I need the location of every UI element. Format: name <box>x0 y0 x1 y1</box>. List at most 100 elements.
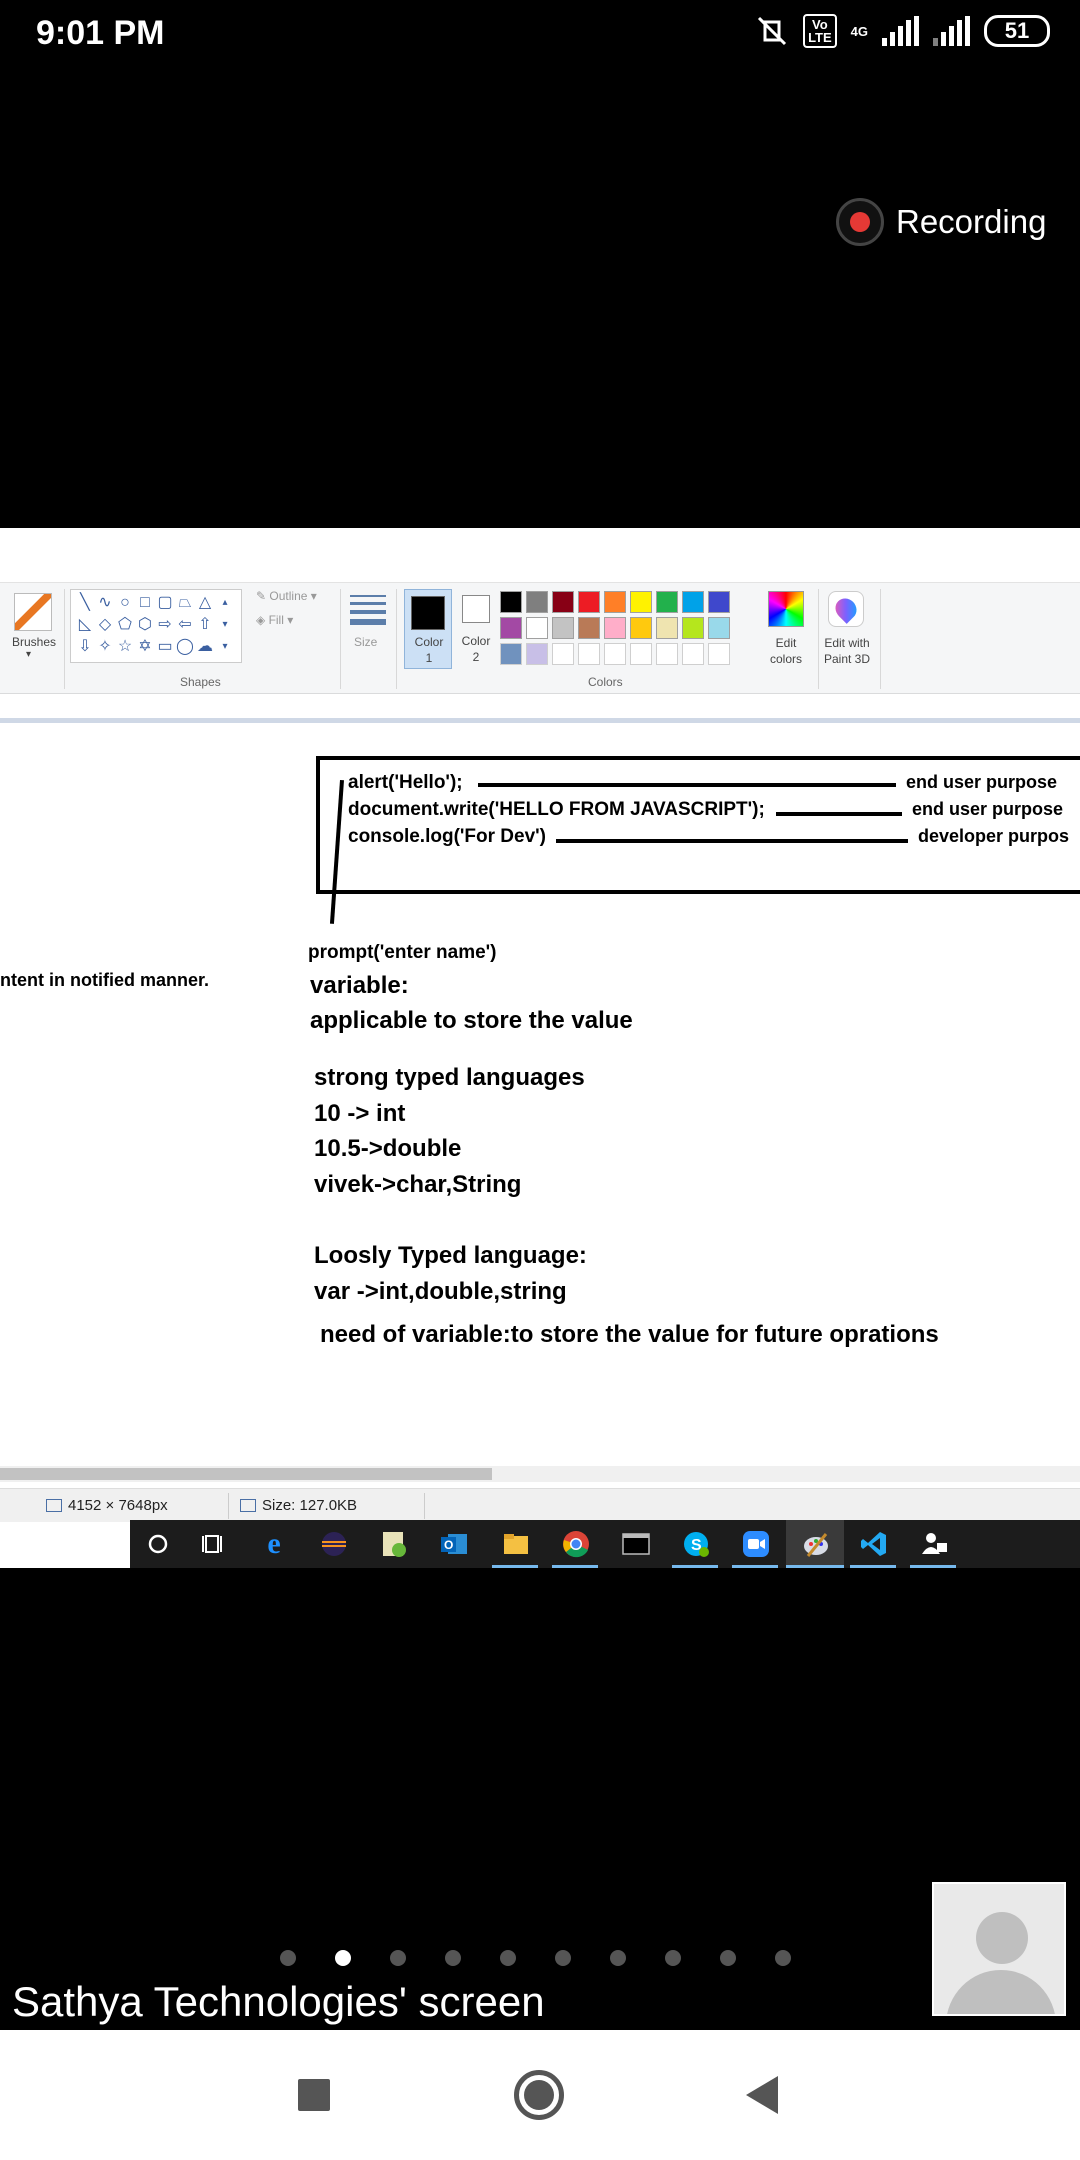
palette-swatch[interactable] <box>578 643 600 665</box>
palette-swatch[interactable] <box>578 617 600 639</box>
page-dot[interactable] <box>775 1950 791 1966</box>
recording-indicator[interactable]: Recording <box>836 198 1046 246</box>
svg-text:O: O <box>444 1538 453 1552</box>
brushes-label[interactable]: Brushes <box>10 635 58 649</box>
curve-shape-icon[interactable]: ∿ <box>95 593 115 615</box>
palette-swatch[interactable] <box>656 591 678 613</box>
six-point-star-shape-icon[interactable]: ✡ <box>135 637 155 659</box>
canvas-divider <box>0 718 1080 723</box>
paint3d-icon[interactable] <box>828 591 864 627</box>
page-dot[interactable] <box>720 1950 736 1966</box>
palette-swatch[interactable] <box>682 643 704 665</box>
palette-swatch[interactable] <box>604 591 626 613</box>
page-dot[interactable] <box>335 1950 351 1966</box>
five-point-star-shape-icon[interactable]: ☆ <box>115 637 135 659</box>
palette-swatch[interactable] <box>630 617 652 639</box>
page-dot[interactable] <box>665 1950 681 1966</box>
rounded-rectangle-shape-icon[interactable]: ▢ <box>155 593 175 615</box>
shapes-gallery[interactable]: ╲ ∿ ○ □ ▢ ⏢ △ ▴ ◺ ◇ ⬠ ⬡ ⇨ ⇦ ⇧ ▾ ⇩ ✧ ☆ ✡ … <box>70 589 242 663</box>
file-explorer-icon[interactable] <box>500 1528 532 1560</box>
fill-button[interactable]: ◈ Fill ▾ <box>256 613 293 627</box>
palette-swatch[interactable] <box>526 591 548 613</box>
palette-swatch[interactable] <box>604 643 626 665</box>
brush-icon[interactable] <box>14 593 52 631</box>
palette-swatch[interactable] <box>500 591 522 613</box>
signal-strength-icon-1 <box>882 16 919 46</box>
palette-swatch[interactable] <box>526 643 548 665</box>
edit-colors-label[interactable]: Edit colors <box>760 635 812 667</box>
cloud-callout-shape-icon[interactable]: ☁ <box>195 637 215 659</box>
page-dot[interactable] <box>555 1950 571 1966</box>
palette-swatch[interactable] <box>682 617 704 639</box>
page-dot[interactable] <box>390 1950 406 1966</box>
palette-swatch[interactable] <box>552 617 574 639</box>
page-dot[interactable] <box>610 1950 626 1966</box>
palette-swatch[interactable] <box>552 591 574 613</box>
palette-swatch[interactable] <box>500 617 522 639</box>
oval-shape-icon[interactable]: ○ <box>115 593 135 615</box>
zoom-icon[interactable] <box>740 1528 772 1560</box>
color-palette[interactable] <box>500 591 730 665</box>
palette-swatch[interactable] <box>656 617 678 639</box>
outline-button[interactable]: ✎ Outline ▾ <box>256 589 317 603</box>
eclipse-icon[interactable] <box>318 1528 350 1560</box>
palette-swatch[interactable] <box>708 643 730 665</box>
brushes-dropdown-icon[interactable]: ▾ <box>26 649 31 660</box>
palette-swatch[interactable] <box>578 591 600 613</box>
horizontal-scrollbar[interactable] <box>0 1466 1080 1482</box>
palette-swatch[interactable] <box>552 643 574 665</box>
rectangle-shape-icon[interactable]: □ <box>135 593 155 615</box>
people-icon[interactable] <box>918 1528 950 1560</box>
color1-button[interactable]: Color 1 <box>404 589 452 669</box>
back-button[interactable] <box>746 2076 778 2114</box>
notepad-plus-icon[interactable] <box>378 1528 410 1560</box>
page-dot[interactable] <box>280 1950 296 1966</box>
four-point-star-shape-icon[interactable]: ✧ <box>95 637 115 659</box>
paint-icon[interactable] <box>800 1528 832 1560</box>
more-shapes-icon[interactable]: ▾ <box>215 637 235 659</box>
participant-video-tile[interactable] <box>932 1882 1066 2016</box>
callout-rect-shape-icon[interactable]: ▭ <box>155 637 175 659</box>
edge-icon[interactable]: e <box>258 1527 290 1560</box>
palette-swatch[interactable] <box>682 591 704 613</box>
polygon-shape-icon[interactable]: ⏢ <box>175 593 195 615</box>
palette-swatch[interactable] <box>630 591 652 613</box>
size-icon[interactable] <box>350 595 386 630</box>
recents-button[interactable] <box>298 2079 330 2111</box>
right-arrow-shape-icon[interactable]: ⇨ <box>155 615 175 637</box>
diamond-shape-icon[interactable]: ◇ <box>95 615 115 637</box>
line-shape-icon[interactable]: ╲ <box>75 593 95 615</box>
skype-icon[interactable]: S <box>680 1528 712 1560</box>
task-view-icon[interactable] <box>198 1528 230 1560</box>
paint3d-label[interactable]: Edit with Paint 3D <box>818 635 876 667</box>
right-triangle-shape-icon[interactable]: ◺ <box>75 615 95 637</box>
palette-swatch[interactable] <box>630 643 652 665</box>
page-dot[interactable] <box>500 1950 516 1966</box>
palette-swatch[interactable] <box>708 591 730 613</box>
triangle-shape-icon[interactable]: △ <box>195 593 215 615</box>
pentagon-shape-icon[interactable]: ⬠ <box>115 615 135 637</box>
chrome-icon[interactable] <box>560 1528 592 1560</box>
down-arrow-shape-icon[interactable]: ⇩ <box>75 637 95 659</box>
scroll-up-icon[interactable]: ▴ <box>215 593 235 615</box>
command-prompt-icon[interactable] <box>620 1528 652 1560</box>
scroll-down-icon[interactable]: ▾ <box>215 615 235 637</box>
vscode-icon[interactable] <box>858 1528 890 1560</box>
page-dot[interactable] <box>445 1950 461 1966</box>
cortana-icon[interactable] <box>142 1528 174 1560</box>
home-button[interactable] <box>514 2070 564 2120</box>
palette-swatch[interactable] <box>708 617 730 639</box>
up-arrow-shape-icon[interactable]: ⇧ <box>195 615 215 637</box>
palette-swatch[interactable] <box>526 617 548 639</box>
outlook-icon[interactable]: O <box>438 1528 470 1560</box>
left-arrow-shape-icon[interactable]: ⇦ <box>175 615 195 637</box>
callout-oval-shape-icon[interactable]: ◯ <box>175 637 195 659</box>
palette-swatch[interactable] <box>500 643 522 665</box>
edit-colors-icon[interactable] <box>768 591 804 627</box>
palette-swatch[interactable] <box>604 617 626 639</box>
page-indicator[interactable] <box>280 1950 791 1966</box>
scrollbar-thumb[interactable] <box>0 1468 492 1480</box>
size-label[interactable]: Size <box>354 635 377 649</box>
hexagon-shape-icon[interactable]: ⬡ <box>135 615 155 637</box>
palette-swatch[interactable] <box>656 643 678 665</box>
